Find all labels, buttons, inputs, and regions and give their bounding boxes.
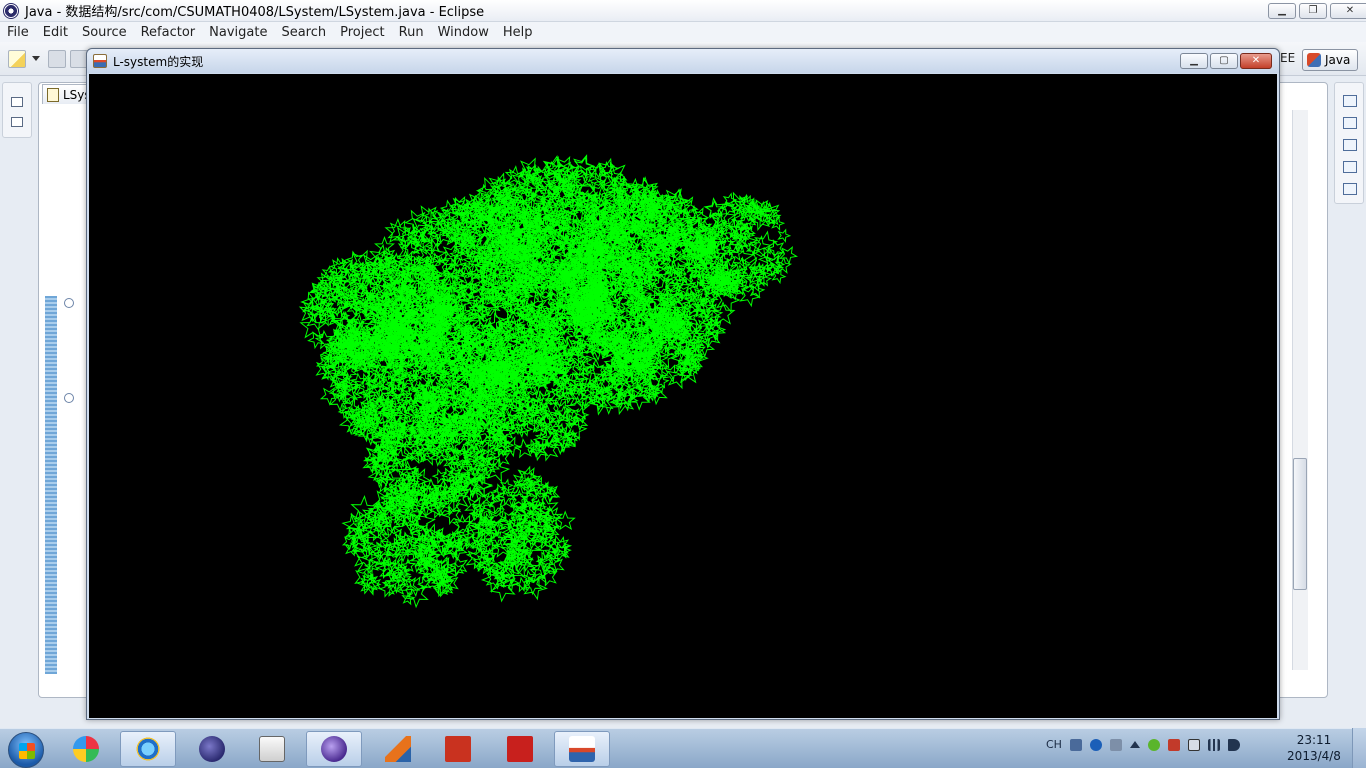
signal-icon[interactable]	[1207, 738, 1220, 751]
show-hidden-icons-icon[interactable]	[1129, 741, 1140, 748]
restore-button[interactable]: ❐	[1299, 3, 1327, 19]
eclipse-menubar: File Edit Source Refactor Navigate Searc…	[0, 22, 1366, 42]
eclipse-icon	[199, 736, 225, 762]
menu-project[interactable]: Project	[333, 25, 391, 40]
menu-refactor[interactable]: Refactor	[134, 25, 203, 40]
frame-maximize-button[interactable]: ▢	[1210, 53, 1238, 69]
installer-button[interactable]	[244, 731, 300, 767]
eclipse-app-icon	[3, 2, 19, 19]
matlab-icon	[385, 736, 411, 762]
menu-file[interactable]: File	[0, 25, 36, 40]
perspective-javaee-button[interactable]: EE	[1280, 51, 1295, 65]
fold-collapse-icon[interactable]	[64, 393, 74, 403]
problems-view-icon[interactable]	[1343, 117, 1357, 129]
lsystem-frame-title: L-system的实现	[113, 54, 204, 69]
windows-flag-icon	[19, 743, 35, 759]
lsystem-frame-controls: ▁ ▢ ✕	[1180, 53, 1272, 69]
matlab-button[interactable]	[370, 731, 426, 767]
clock-time: 23:11	[1296, 733, 1332, 747]
java-file-icon	[47, 87, 59, 102]
lsystem-frame-titlebar[interactable]: L-system的实现 ▁ ▢ ✕	[87, 49, 1279, 73]
show-desktop-button[interactable]	[1352, 728, 1366, 768]
restore-view-icon[interactable]	[1343, 95, 1357, 107]
coldfusion-icon	[445, 736, 471, 762]
perspective-java-label: Java	[1325, 53, 1351, 67]
eclipse-alt-button[interactable]	[306, 731, 362, 767]
java-button[interactable]	[554, 731, 610, 767]
menu-help[interactable]: Help	[496, 25, 540, 40]
new-dropdown-arrow-icon[interactable]	[32, 56, 40, 61]
clock-date: 2013/4/8	[1287, 749, 1341, 763]
perspective-java-button[interactable]: Java	[1302, 49, 1358, 71]
overview-ruler	[45, 296, 57, 674]
usb-device-icon[interactable]	[1187, 738, 1200, 751]
security-icon[interactable]	[1147, 738, 1160, 751]
start-orb-icon[interactable]	[8, 732, 44, 768]
eclipse-window-controls: ▁ ❐ ✕	[1268, 3, 1366, 19]
java-cup-icon	[93, 54, 107, 68]
menu-run[interactable]: Run	[392, 25, 431, 40]
internet-explorer-icon	[135, 736, 161, 762]
minimize-button[interactable]: ▁	[1268, 3, 1296, 19]
new-wizard-icon[interactable]	[8, 50, 26, 68]
console-view-icon[interactable]	[1343, 183, 1357, 195]
close-button[interactable]: ✕	[1330, 3, 1366, 19]
java-icon	[569, 736, 595, 762]
menu-window[interactable]: Window	[431, 25, 496, 40]
package-explorer-icon[interactable]	[11, 117, 23, 127]
fold-collapse-icon[interactable]	[64, 298, 74, 308]
lsystem-curve	[298, 154, 798, 609]
save-icon[interactable]	[48, 50, 66, 68]
options-icon[interactable]	[1109, 738, 1122, 751]
menu-navigate[interactable]: Navigate	[202, 25, 274, 40]
help-icon[interactable]	[1089, 738, 1102, 751]
left-trimmed-view-stack	[2, 82, 32, 138]
menu-search[interactable]: Search	[274, 25, 333, 40]
frame-minimize-button[interactable]: ▁	[1180, 53, 1208, 69]
right-trimmed-view-stack	[1334, 82, 1364, 204]
taskbar-clock[interactable]: 23:11 2013/4/8	[1286, 732, 1342, 764]
menu-edit[interactable]: Edit	[36, 25, 75, 40]
eclipse-window-title: Java - 数据结构/src/com/CSUMATH0408/LSystem/…	[25, 5, 485, 20]
eclipse-button[interactable]	[184, 731, 240, 767]
keyboard-icon[interactable]	[1069, 738, 1082, 751]
restore-view-icon[interactable]	[11, 97, 23, 107]
internet-explorer-button[interactable]	[120, 731, 176, 767]
acrobat-button[interactable]	[492, 731, 548, 767]
pinned-app-button[interactable]	[58, 731, 114, 767]
network-error-icon[interactable]	[1167, 738, 1180, 751]
javadoc-view-icon[interactable]	[1343, 139, 1357, 151]
installer-icon	[259, 736, 285, 762]
input-language-indicator[interactable]: CH	[1046, 738, 1062, 751]
lsystem-canvas	[89, 74, 1277, 718]
volume-icon[interactable]	[1227, 738, 1240, 751]
editor-scrollbar-thumb[interactable]	[1293, 458, 1307, 590]
coldfusion-button[interactable]	[430, 731, 486, 767]
eclipse-alt-icon	[321, 736, 347, 762]
pinned-app-icon	[73, 736, 99, 762]
acrobat-icon	[507, 736, 533, 762]
eclipse-titlebar: Java - 数据结构/src/com/CSUMATH0408/LSystem/…	[0, 0, 1366, 22]
menu-source[interactable]: Source	[75, 25, 134, 40]
declaration-view-icon[interactable]	[1343, 161, 1357, 173]
java-perspective-icon	[1307, 53, 1321, 67]
lsystem-fractal-drawing	[298, 154, 798, 609]
system-tray: CH	[1046, 738, 1240, 751]
lsystem-frame: L-system的实现 ▁ ▢ ✕	[86, 48, 1280, 720]
frame-close-button[interactable]: ✕	[1240, 53, 1272, 69]
